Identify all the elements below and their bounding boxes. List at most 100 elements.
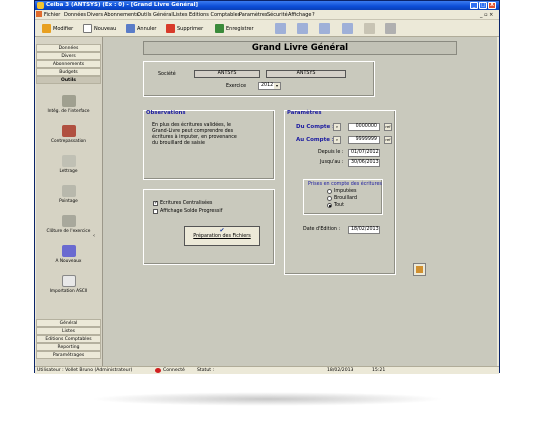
sidebar-tab-parametrages[interactable]: Paramétrages — [36, 351, 101, 359]
sidebar-tab-editions[interactable]: Editions Comptables — [36, 335, 101, 343]
mdi-controls[interactable]: _ ▫ × — [480, 12, 493, 18]
previous-record-icon[interactable] — [297, 23, 308, 34]
next-record-icon[interactable] — [319, 23, 330, 34]
radio-imputees[interactable] — [327, 189, 332, 194]
radio-tout-label: Tout — [334, 203, 344, 208]
last-record-icon[interactable] — [342, 23, 353, 34]
window-title: Ceiba 3 (ANTSYS) (Ex : 0) - [Grand Livre… — [46, 2, 198, 8]
sidebar-tab-budgets[interactable]: Budgets — [36, 68, 101, 76]
au-compte-ref-button[interactable]: ref — [384, 136, 392, 144]
au-compte-search-icon[interactable]: ⌕ — [333, 136, 341, 144]
sidebar-tab-general[interactable]: Général — [36, 319, 101, 327]
page-title: Grand Livre Général — [143, 41, 457, 55]
du-compte-label: Du Compte : — [296, 124, 335, 130]
menu-securite[interactable]: Sécurité — [267, 12, 288, 18]
annuler-label: Annuler — [137, 25, 157, 32]
affichage-solde-checkbox[interactable] — [153, 209, 158, 214]
sidebar-item-a-nouveaux[interactable]: A Nouveaux — [36, 245, 101, 264]
form-area: Grand Livre Général Société ANTSYS ANTSY… — [103, 37, 497, 366]
pencil-icon — [42, 24, 51, 33]
ecritures-centralisees-checkbox[interactable]: ✓ — [153, 201, 158, 206]
sidebar-tab-listes[interactable]: Listes — [36, 327, 101, 335]
date-edition-input[interactable]: 18/02/2013 — [348, 226, 380, 234]
menu-help[interactable]: ? — [312, 12, 315, 18]
menu-listes[interactable]: Listes — [173, 12, 187, 18]
sidebar-item-label: Pointage — [59, 199, 78, 204]
menu-parametres[interactable]: Paramètres — [239, 12, 268, 18]
preparation-fichiers-button[interactable]: ✔ Préparation des Fichiers — [184, 226, 260, 246]
close-year-icon — [61, 215, 76, 227]
sidebar-tab-divers[interactable]: Divers — [36, 52, 101, 60]
export-button[interactable] — [413, 263, 426, 276]
nouveau-label: Nouveau — [94, 25, 117, 32]
modifier-label: Modifier — [53, 25, 74, 32]
au-compte-input[interactable]: 9999999 — [348, 136, 380, 144]
date-edition-label: Date d'Edition : — [303, 227, 341, 232]
title-bar[interactable]: Ceiba 3 (ANTSYS) (Ex : 0) - [Grand Livre… — [35, 1, 499, 10]
menu-fichier[interactable]: Fichier — [44, 12, 60, 18]
societe-code-field: ANTSYS — [194, 70, 260, 78]
sidebar-tab-donnees[interactable]: Données — [36, 44, 101, 52]
prises-panel: Prises en compte des écritures Imputées … — [303, 179, 383, 215]
app-icon — [37, 2, 44, 9]
close-button[interactable]: X — [488, 2, 496, 9]
wrench-icon — [61, 95, 76, 107]
new-balance-icon — [61, 245, 76, 257]
print-icon[interactable] — [385, 23, 396, 34]
jusquau-date-input[interactable]: 30/06/2013 — [348, 159, 380, 167]
menu-affichage[interactable]: Affichage — [288, 12, 312, 18]
supprimer-label: Supprimer — [177, 25, 204, 32]
exercice-value: 2012 — [261, 83, 274, 88]
sidebar-item-integ-interface[interactable]: Intég. de l'interface — [36, 95, 101, 114]
ecritures-centralisees-label: Ecritures Centralisées — [160, 201, 213, 206]
minimize-button[interactable]: _ — [470, 2, 478, 9]
reverse-icon — [61, 125, 76, 137]
exercice-select[interactable]: 2012 ▾ — [258, 82, 281, 90]
radio-imputees-label: Imputées — [334, 189, 357, 194]
sidebar-tab-outils[interactable]: Outils — [36, 76, 101, 84]
enregistrer-button[interactable]: Enregistrer — [215, 23, 254, 34]
maximize-button[interactable]: □ — [479, 2, 487, 9]
sidebar-tab-abonnements[interactable]: Abonnements — [36, 60, 101, 68]
sidebar-item-cloture[interactable]: Clôture de l'exercice — [36, 215, 101, 234]
sidebar-item-label: Intég. de l'interface — [47, 109, 90, 114]
toolbar: Modifier Nouveau Annuler Supprimer Enreg… — [35, 20, 499, 37]
first-record-icon[interactable] — [275, 23, 286, 34]
affichage-solde-label: Affichage Solde Progressif — [160, 209, 223, 214]
du-compte-ref-button[interactable]: ref — [384, 123, 392, 131]
sidebar-item-lettrage[interactable]: Lettrage — [36, 155, 101, 174]
depuis-date-input[interactable]: 01/07/2012 — [348, 149, 380, 157]
radio-tout[interactable] — [327, 203, 332, 208]
menu-editions-comptables[interactable]: Editions Comptables — [189, 12, 240, 18]
sidebar-item-pointage[interactable]: Pointage — [36, 185, 101, 204]
nouveau-button[interactable]: Nouveau — [83, 23, 116, 34]
prises-title: Prises en compte des écritures — [308, 182, 382, 187]
search-icon[interactable] — [364, 23, 375, 34]
undo-icon — [126, 24, 135, 33]
status-time: 15:21 — [372, 368, 386, 373]
checkmark-icon: ✔ — [219, 227, 225, 234]
sidebar-item-label: Clôture de l'exercice — [46, 229, 91, 234]
menu-general[interactable]: Général — [153, 12, 173, 18]
du-compte-input[interactable]: 0000000 — [348, 123, 380, 131]
connection-status-icon — [155, 368, 161, 373]
chevron-down-icon[interactable]: ▾ — [274, 83, 280, 89]
menu-abonnements[interactable]: Abonnements — [104, 12, 139, 18]
sidebar: Données Divers Abonnements Budgets Outil… — [36, 37, 103, 366]
sidebar-item-contrepassation[interactable]: Contrepassation — [36, 125, 101, 144]
annuler-button[interactable]: Annuler — [126, 23, 156, 34]
exercice-label: Exercice — [226, 84, 247, 89]
letter-icon — [61, 155, 76, 167]
menu-outils[interactable]: Outils — [137, 12, 151, 18]
menu-donnees[interactable]: Données — [64, 12, 86, 18]
supprimer-button[interactable]: Supprimer — [166, 23, 203, 34]
menu-divers[interactable]: Divers — [87, 12, 103, 18]
modifier-button[interactable]: Modifier — [42, 23, 73, 34]
collapse-arrow-icon[interactable]: ‹ — [93, 233, 95, 239]
observations-line-4: du brouillard de saisie — [152, 141, 205, 146]
radio-brouillard[interactable] — [327, 196, 332, 201]
sidebar-tab-reporting[interactable]: Reporting — [36, 343, 101, 351]
menu-bar: Fichier Données Divers Abonnements Outil… — [35, 10, 499, 20]
sidebar-item-import-ascii[interactable]: Importation ASCII — [36, 275, 101, 294]
du-compte-search-icon[interactable]: ⌕ — [333, 123, 341, 131]
